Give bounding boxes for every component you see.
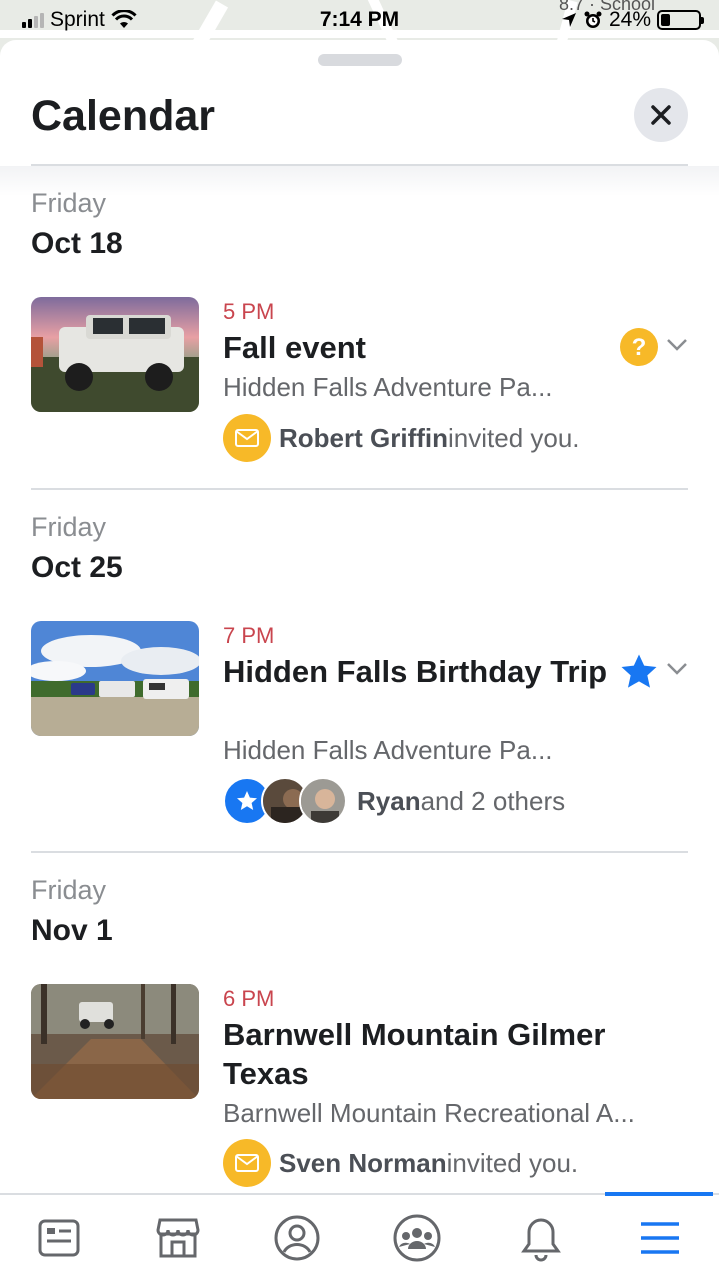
inviter-name[interactable]: Sven Norman (279, 1148, 447, 1179)
event-title[interactable]: Barnwell Mountain Gilmer Texas (223, 1015, 623, 1093)
chevron-down-icon[interactable] (666, 338, 688, 357)
news-feed-icon[interactable] (34, 1213, 84, 1263)
friend-name[interactable]: Ryan (357, 786, 421, 817)
svg-text:?: ? (632, 334, 647, 361)
date-label: Oct 18 (31, 227, 123, 260)
date-label: Oct 25 (31, 551, 123, 584)
trucks-photo (31, 621, 199, 736)
sheet-grabber[interactable] (318, 54, 402, 66)
day-label: Friday (31, 875, 107, 905)
event-invite: Robert Griffin invited you. (223, 414, 580, 462)
event-thumbnail[interactable] (31, 297, 199, 412)
bottom-tab-bar (0, 1193, 719, 1279)
row-divider (31, 851, 688, 853)
row-divider (31, 488, 688, 490)
page-title: Calendar (31, 92, 216, 140)
truck-photo (31, 297, 199, 412)
header-shadow (0, 166, 719, 196)
active-tab-indicator (605, 1192, 713, 1196)
chevron-down-icon[interactable] (666, 662, 688, 681)
invite-text: invited you. (446, 1147, 579, 1178)
event-going-friends: Ryan and 2 others (223, 777, 565, 825)
battery-icon (657, 10, 704, 30)
inviter-name[interactable]: Robert Griffin (279, 423, 448, 454)
close-icon (651, 105, 671, 125)
question-icon[interactable]: ? (619, 327, 659, 372)
day-label: Friday (31, 512, 107, 542)
event-thumbnail[interactable] (31, 621, 199, 736)
status-right: 24% (561, 8, 704, 32)
notifications-icon[interactable] (516, 1213, 566, 1263)
star-icon[interactable] (619, 652, 659, 697)
profile-icon[interactable] (272, 1213, 322, 1263)
trail-photo (31, 984, 199, 1099)
close-button[interactable] (634, 88, 688, 142)
event-time: 7 PM (223, 623, 275, 648)
event-location: Barnwell Mountain Recreational A... (223, 1098, 635, 1128)
event-thumbnail[interactable] (31, 984, 199, 1099)
groups-icon[interactable] (392, 1213, 442, 1263)
status-bar: Sprint 7:14 PM 8.7 · School 24% (0, 0, 719, 40)
friends-avatars (223, 777, 347, 825)
event-location: Hidden Falls Adventure Pa... (223, 372, 553, 402)
event-time: 5 PM (223, 299, 275, 324)
event-location: Hidden Falls Adventure Pa... (223, 735, 553, 765)
calendar-sheet: Calendar Friday Oct 18 5 PM Fall event H… (0, 40, 719, 1279)
avatar (299, 777, 347, 825)
event-title[interactable]: Hidden Falls Birthday Trip (223, 652, 623, 691)
marketplace-icon[interactable] (153, 1213, 203, 1263)
location-arrow-icon (561, 13, 576, 27)
alarm-icon (584, 11, 602, 28)
day-label: Friday (31, 188, 107, 218)
envelope-icon (223, 1139, 271, 1187)
friends-text: and 2 others (420, 785, 566, 816)
menu-icon[interactable] (635, 1213, 685, 1263)
date-label: Nov 1 (31, 914, 113, 947)
battery-percent: 24% (608, 8, 651, 31)
event-time: 6 PM (223, 986, 275, 1011)
event-title[interactable]: Fall event (223, 328, 623, 367)
battery-fill (661, 14, 670, 26)
invite-text: invited you. (448, 422, 580, 453)
envelope-icon (223, 414, 271, 462)
event-invite: Sven Norman invited you. (223, 1139, 578, 1187)
